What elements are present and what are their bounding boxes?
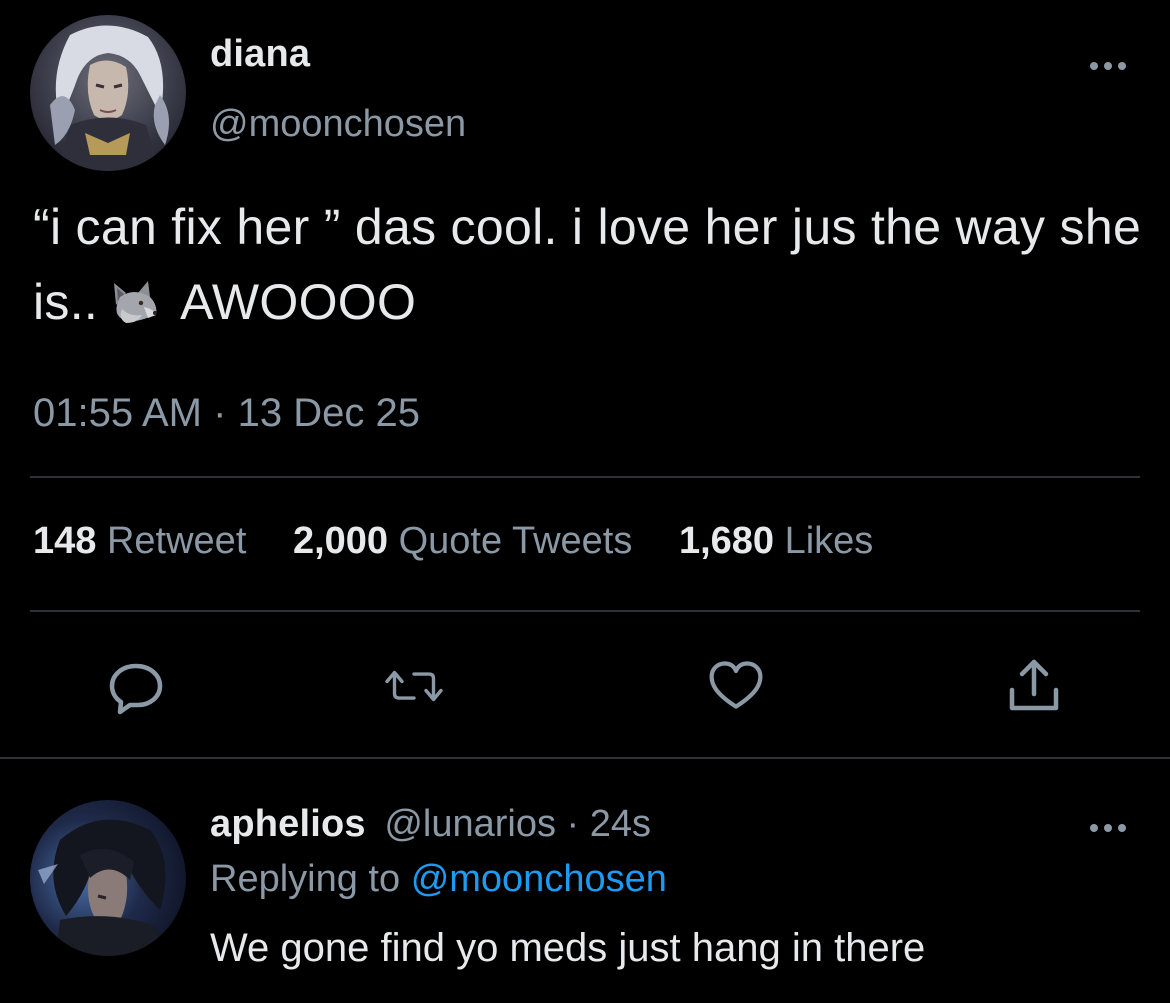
tweet-time: 01:55 AM — [33, 391, 203, 435]
replying-to-label: Replying to — [210, 858, 401, 900]
tweet-text-howl: AWOOOO — [180, 274, 417, 330]
tweet-thread: diana @moonchosen “i can fix her ” das c… — [0, 0, 1170, 1003]
quote-label: Quote Tweets — [398, 520, 633, 562]
divider — [30, 610, 1140, 612]
retweet-label: Retweet — [106, 520, 247, 562]
reply-text: We gone find yo meds just hang in there — [210, 926, 926, 970]
tweet-text: “i can fix her ” das cool. i love her ju… — [33, 190, 1143, 340]
display-name[interactable]: diana — [210, 33, 310, 76]
tweet-timestamp[interactable]: 01:55 AM · 13 Dec 25 — [33, 391, 420, 436]
replying-to-mention[interactable]: @moonchosen — [411, 858, 667, 900]
avatar[interactable] — [30, 15, 186, 171]
retweet-count: 148 — [33, 520, 97, 562]
user-handle[interactable]: @moonchosen — [210, 103, 466, 146]
tweet-date: 13 Dec 25 — [237, 391, 420, 435]
reply-separator: · — [566, 803, 580, 845]
like-label: Likes — [784, 520, 874, 562]
tweet-stats: 148 Retweet 2,000 Quote Tweets 1,680 Lik… — [33, 520, 909, 563]
more-options-icon[interactable] — [1086, 818, 1130, 838]
avatar[interactable] — [30, 800, 186, 956]
like-icon[interactable] — [706, 656, 766, 716]
reply-handle[interactable]: @lunarios — [384, 803, 556, 845]
share-icon[interactable] — [1004, 656, 1064, 716]
more-options-icon[interactable] — [1086, 56, 1130, 76]
quote-count: 2,000 — [292, 520, 389, 562]
section-divider — [0, 757, 1170, 759]
reply-display-name[interactable]: aphelios — [210, 803, 366, 845]
like-count-link[interactable]: 1,680 Likes — [679, 520, 873, 562]
divider — [30, 476, 1140, 478]
reply-header: aphelios @lunarios · 24s — [210, 803, 651, 846]
wolf-emoji-icon — [108, 273, 160, 325]
retweet-icon[interactable] — [384, 656, 444, 716]
reply-age[interactable]: 24s — [590, 803, 651, 845]
replying-to: Replying to @moonchosen — [210, 858, 667, 901]
like-count: 1,680 — [678, 520, 775, 562]
timestamp-separator: · — [213, 391, 227, 435]
quote-count-link[interactable]: 2,000 Quote Tweets — [293, 520, 643, 562]
reply-icon[interactable] — [106, 656, 166, 716]
retweet-count-link[interactable]: 148 Retweet — [33, 520, 257, 562]
